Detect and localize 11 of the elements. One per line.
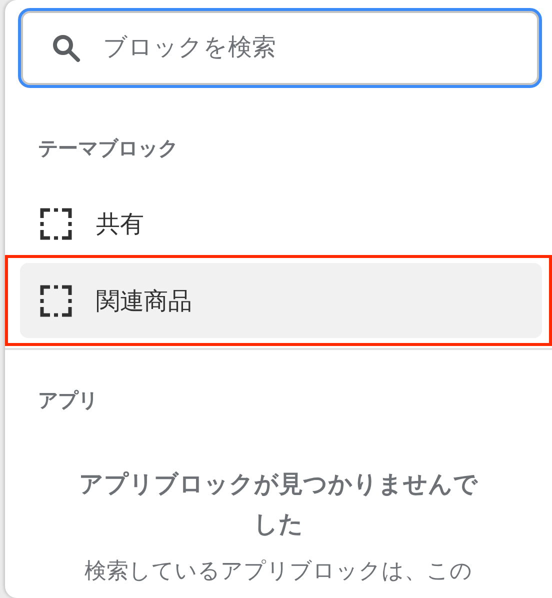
search-input[interactable]: ブロックを検索 [103,34,539,62]
block-item[interactable]: 関連商品 [20,263,542,338]
frame-corners-icon [40,284,72,316]
empty-state-title: アプリブロックが見つかりませんでした [78,469,479,540]
block-item[interactable]: 共有 [20,186,542,261]
frame-corners-icon [40,208,72,240]
section-heading: テーマブロック [38,134,178,162]
section-heading: アプリ [38,386,98,414]
search-icon [51,33,81,63]
search-field[interactable]: ブロックを検索 [18,8,542,88]
empty-state-text: 検索しているアプリブロックは、この [84,558,474,586]
